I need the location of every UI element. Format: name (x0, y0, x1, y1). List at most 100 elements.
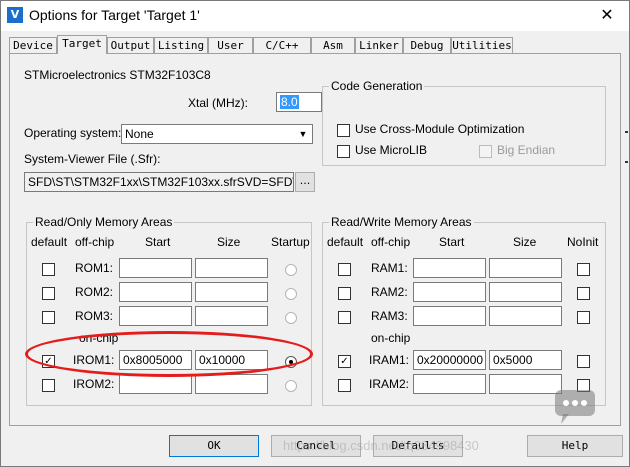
irom2-size-input[interactable] (195, 374, 268, 394)
rom3-size-input[interactable] (195, 306, 268, 326)
irom1-size-input[interactable]: 0x10000 (195, 350, 268, 370)
ram1-start-input[interactable] (413, 258, 486, 278)
svd-file-field[interactable]: SFD\ST\STM32F1xx\STM32F103xx.sfrSVD=SFD\… (24, 172, 294, 192)
keil-app-icon: V (7, 7, 23, 23)
ram1-size-input[interactable] (489, 258, 562, 278)
chevron-down-icon: ▼ (298, 129, 308, 139)
tab-strip: Device Target Output Listing User C/C++ … (9, 35, 621, 54)
close-button[interactable]: ✕ (585, 2, 629, 28)
ram1-label: RAM1: (371, 261, 408, 275)
iram2-default-checkbox[interactable] (338, 379, 351, 392)
rom2-default-checkbox[interactable] (42, 287, 55, 300)
irom1-startup-radio[interactable] (285, 356, 297, 368)
ram-header-noinit: NoInit (567, 235, 599, 249)
ram-header-default: default (327, 235, 364, 249)
rom1-start-input[interactable] (119, 258, 192, 278)
xtal-value: 8.0 (280, 95, 299, 109)
ram2-noinit-checkbox[interactable] (577, 287, 590, 300)
rom2-label: ROM2: (75, 285, 114, 299)
os-select[interactable]: None ▼ (121, 124, 313, 144)
cross-module-checkbox[interactable] (337, 124, 350, 137)
os-value: None (125, 127, 154, 141)
svd-browse-button[interactable]: ... (295, 172, 315, 192)
ram-header-start: Start (439, 235, 465, 249)
ram3-default-checkbox[interactable] (338, 311, 351, 324)
big-endian-checkbox[interactable] (479, 145, 492, 158)
ram-group-title: Read/Write Memory Areas (329, 215, 474, 229)
rom2-start-input[interactable] (119, 282, 192, 302)
xtal-input[interactable]: 8.0 (276, 92, 322, 112)
tab-asm[interactable]: Asm (311, 37, 355, 53)
ram3-noinit-checkbox[interactable] (577, 311, 590, 324)
rom1-size-input[interactable] (195, 258, 268, 278)
ram2-start-input[interactable] (413, 282, 486, 302)
device-name: STMicroelectronics STM32F103C8 (24, 68, 211, 82)
xtal-label: Xtal (MHz): (188, 96, 248, 110)
tab-c-cpp[interactable]: C/C++ (253, 37, 311, 53)
iram2-label: IRAM2: (369, 377, 410, 391)
iram2-start-input[interactable] (413, 374, 486, 394)
microlib-label: Use MicroLIB (355, 143, 428, 157)
ram1-default-checkbox[interactable] (338, 263, 351, 276)
iram1-start-input[interactable]: 0x20000000 (413, 350, 486, 370)
help-button[interactable]: Help (527, 435, 623, 457)
chat-bubble-icon (555, 390, 595, 424)
rom1-label: ROM1: (75, 261, 114, 275)
ram3-size-input[interactable] (489, 306, 562, 326)
tab-device[interactable]: Device (9, 37, 57, 53)
ram3-label: RAM3: (371, 309, 408, 323)
irom2-startup-radio[interactable] (285, 380, 297, 392)
cross-module-label: Use Cross-Module Optimization (355, 122, 525, 136)
rom2-size-input[interactable] (195, 282, 268, 302)
iram1-size-input[interactable]: 0x5000 (489, 350, 562, 370)
iram1-noinit-checkbox[interactable] (577, 355, 590, 368)
window-title: Options for Target 'Target 1' (29, 7, 200, 23)
edge-artifact (625, 131, 628, 163)
rom2-startup-radio[interactable] (285, 288, 297, 300)
os-label: Operating system: (24, 126, 122, 140)
target-tab-panel: STMicroelectronics STM32F103C8 Xtal (MHz… (9, 53, 621, 426)
ram3-start-input[interactable] (413, 306, 486, 326)
irom1-default-checkbox[interactable]: ✓ (42, 355, 55, 368)
code-generation-group: Code Generation Use Cross-Module Optimiz… (322, 79, 606, 166)
tab-listing[interactable]: Listing (154, 37, 208, 53)
rom-header-size: Size (217, 235, 241, 249)
tab-user[interactable]: User (208, 37, 253, 53)
code-generation-title: Code Generation (329, 79, 425, 93)
title-bar: V Options for Target 'Target 1' ✕ (1, 1, 629, 31)
tab-linker[interactable]: Linker (355, 37, 403, 53)
irom2-default-checkbox[interactable] (42, 379, 55, 392)
big-endian-label: Big Endian (497, 143, 556, 157)
rom-header-default: default (31, 235, 68, 249)
rom3-start-input[interactable] (119, 306, 192, 326)
tab-debug[interactable]: Debug (403, 37, 451, 53)
options-dialog: V Options for Target 'Target 1' ✕ Device… (0, 0, 630, 467)
ram2-size-input[interactable] (489, 282, 562, 302)
watermark-text: https://blog.csdn.net/tq384998430 (283, 438, 479, 453)
rom1-startup-radio[interactable] (285, 264, 297, 276)
rom-group-title: Read/Only Memory Areas (33, 215, 175, 229)
ram-header-size: Size (513, 235, 537, 249)
irom2-start-input[interactable] (119, 374, 192, 394)
ram2-label: RAM2: (371, 285, 408, 299)
iram1-default-checkbox[interactable]: ✓ (338, 355, 351, 368)
tab-output[interactable]: Output (107, 37, 154, 53)
rom1-default-checkbox[interactable] (42, 263, 55, 276)
ram1-noinit-checkbox[interactable] (577, 263, 590, 276)
rom3-startup-radio[interactable] (285, 312, 297, 324)
ram-group: Read/Write Memory Areas default off-chip… (322, 215, 606, 406)
irom2-label: IROM2: (73, 377, 115, 391)
ok-button[interactable]: OK (169, 435, 259, 457)
rom-header-offchip: off-chip (75, 235, 115, 249)
rom3-label: ROM3: (75, 309, 114, 323)
irom1-start-input[interactable]: 0x8005000 (119, 350, 192, 370)
svd-label: System-Viewer File (.Sfr): (24, 152, 161, 166)
rom-header-start: Start (145, 235, 171, 249)
rom-onchip-label: on-chip (79, 331, 119, 345)
ram2-default-checkbox[interactable] (338, 287, 351, 300)
rom3-default-checkbox[interactable] (42, 311, 55, 324)
tab-target[interactable]: Target (57, 35, 107, 54)
microlib-checkbox[interactable] (337, 145, 350, 158)
ram-header-offchip: off-chip (371, 235, 411, 249)
tab-utilities[interactable]: Utilities (451, 37, 513, 53)
